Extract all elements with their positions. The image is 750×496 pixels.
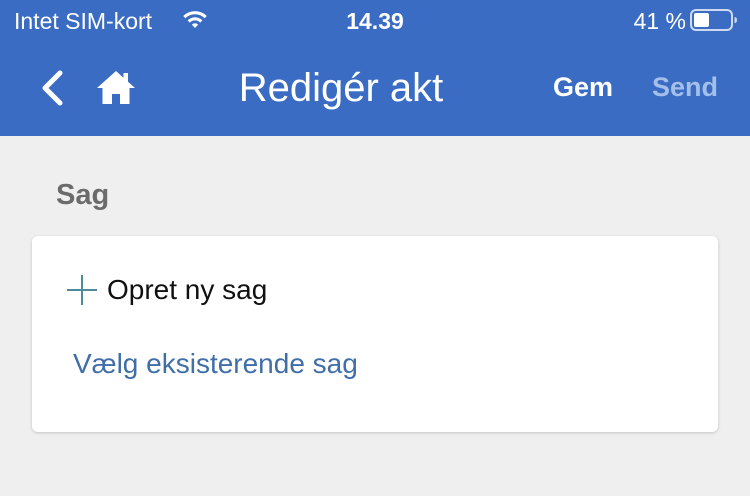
case-card: Opret ny sag Vælg eksisterende sag (32, 236, 718, 432)
back-button[interactable] (30, 66, 74, 110)
home-button[interactable] (94, 66, 138, 110)
section-title: Sag (56, 179, 110, 211)
send-button[interactable]: Send (640, 70, 730, 104)
plus-icon (67, 275, 97, 305)
save-button[interactable]: Gem (542, 70, 624, 104)
create-case-button[interactable]: Opret ny sag (66, 270, 267, 310)
choose-existing-case-link[interactable]: Vælg eksisterende sag (73, 347, 358, 381)
battery-percentage: 41 % (633, 8, 686, 34)
app-header: Intet SIM-kort 14.39 41 % Redigér akt Ge… (0, 0, 750, 136)
status-bar: Intet SIM-kort 14.39 41 % (0, 0, 750, 40)
chevron-left-icon (42, 70, 63, 106)
home-icon (97, 71, 135, 104)
create-case-label: Opret ny sag (107, 274, 268, 305)
navigation-bar: Redigér akt Gem Send (0, 48, 750, 128)
battery-icon (690, 9, 737, 31)
page-title: Redigér akt (238, 66, 444, 110)
